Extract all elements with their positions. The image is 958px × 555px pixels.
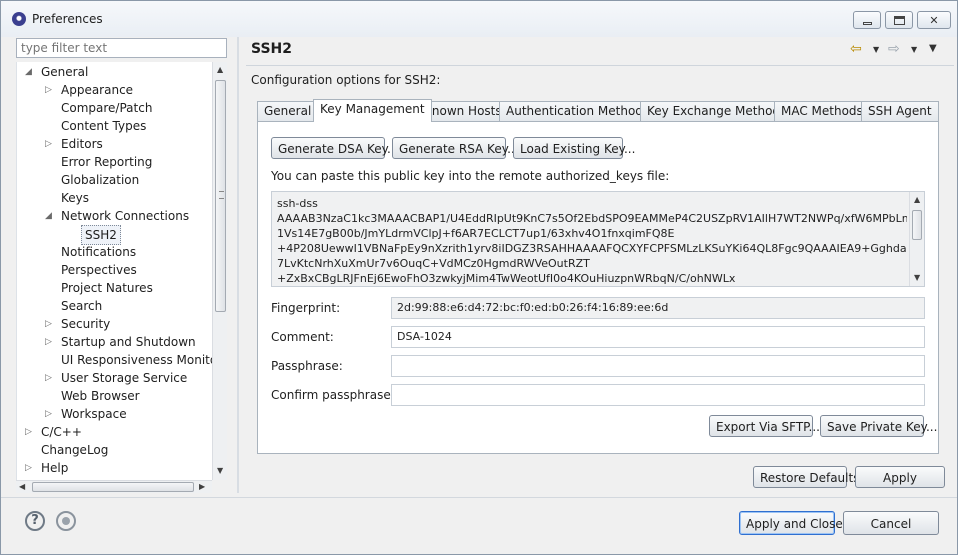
back-arrow-icon[interactable]: ⇦: [850, 41, 862, 57]
collapsed-arrow-icon[interactable]: ▷: [45, 369, 55, 387]
comment-field[interactable]: DSA-1024: [391, 326, 925, 348]
comment-label: Comment:: [271, 330, 334, 344]
tab-general[interactable]: General: [257, 101, 319, 121]
apply-button[interactable]: Apply: [855, 466, 945, 488]
tree-item-label: Startup and Shutdown: [61, 335, 196, 349]
tab-mac-methods[interactable]: MAC Methods: [774, 101, 870, 121]
tree-item-label: Error Reporting: [61, 155, 153, 169]
collapsed-arrow-icon[interactable]: ▷: [45, 405, 55, 423]
tree-item-label: Perspectives: [61, 263, 137, 277]
preferences-window: Preferences ✕ ◢ General ▷ Appearance Compare…: [0, 0, 958, 555]
tree-item-label: Globalization: [61, 173, 140, 187]
tree-item-label: Web Browser: [61, 389, 140, 403]
scroll-down-icon[interactable]: ▼: [217, 466, 223, 475]
scroll-thumb[interactable]: [912, 210, 922, 240]
maximize-button[interactable]: [885, 11, 913, 29]
tab-key-exchange-methods[interactable]: Key Exchange Methods: [640, 101, 794, 121]
tree-item-label: UI Responsiveness Monitorin: [61, 353, 212, 367]
generate-dsa-key-button[interactable]: Generate DSA Key...: [271, 137, 398, 159]
collapsed-arrow-icon[interactable]: ▷: [25, 423, 35, 441]
confirm-passphrase-field[interactable]: [391, 384, 925, 406]
tab-ssh-agent[interactable]: SSH Agent: [861, 101, 939, 121]
passphrase-label: Passphrase:: [271, 359, 343, 373]
fingerprint-label: Fingerprint:: [271, 301, 341, 315]
page-description: Configuration options for SSH2:: [251, 73, 441, 87]
cancel-button[interactable]: Cancel: [843, 511, 939, 535]
minimize-icon: [862, 21, 872, 25]
minimize-button[interactable]: [853, 11, 881, 29]
tree-item-label: Security: [61, 317, 111, 331]
header-divider: [246, 65, 954, 66]
confirm-passphrase-label: Confirm passphrase:: [271, 388, 395, 402]
footer-divider: [1, 497, 957, 498]
tree-item-label: Network Connections: [61, 209, 190, 223]
tree-item-label: Compare/Patch: [61, 101, 153, 115]
restore-defaults-button[interactable]: Restore Defaults: [753, 466, 859, 488]
tree-vertical-scrollbar[interactable]: ▲ ▼: [212, 62, 227, 480]
public-key-text[interactable]: ssh-dss AAAAB3NzaC1kc3MAAACBAP1/U4EddRIp…: [277, 196, 907, 286]
scroll-up-icon[interactable]: ▲: [217, 65, 223, 74]
tree-item-label: C/C++: [41, 425, 82, 439]
public-key-scrollbar[interactable]: ▲ ▼: [909, 192, 924, 286]
forward-dropdown-icon[interactable]: ▼: [911, 45, 917, 54]
record-icon[interactable]: [56, 511, 76, 531]
public-key-hint: You can paste this public key into the r…: [271, 169, 670, 183]
scroll-left-icon[interactable]: ◀: [19, 482, 25, 491]
tab-authentication-methods[interactable]: Authentication Methods: [499, 101, 657, 121]
passphrase-field[interactable]: [391, 355, 925, 377]
tree-item-label: Search: [61, 299, 103, 313]
expanded-arrow-icon[interactable]: ◢: [45, 207, 55, 225]
tree-item-label: Help: [41, 461, 69, 475]
export-via-sftp-button[interactable]: Export Via SFTP...: [709, 415, 820, 437]
title-bar: Preferences ✕: [1, 1, 957, 37]
expanded-arrow-icon[interactable]: ◢: [25, 63, 35, 81]
tree-item-label: General: [41, 65, 89, 79]
forward-arrow-icon[interactable]: ⇨: [888, 41, 900, 57]
tree-item-label: Project Natures: [61, 281, 153, 295]
tree-item-label: Editors: [61, 137, 103, 151]
tree-item-label: Notifications: [61, 245, 137, 259]
fingerprint-field[interactable]: 2d:99:88:e6:d4:72:bc:f0:ed:b0:26:f4:16:8…: [391, 297, 925, 319]
close-icon: ✕: [929, 13, 939, 27]
window-title: Preferences: [32, 12, 103, 26]
tree-item-label: User Storage Service: [61, 371, 188, 385]
scroll-right-icon[interactable]: ▶: [199, 482, 205, 491]
load-existing-key-button[interactable]: Load Existing Key...: [513, 137, 635, 159]
collapsed-arrow-icon[interactable]: ▷: [45, 81, 55, 99]
tree-item-label: ChangeLog: [41, 443, 109, 457]
panel-sash[interactable]: [237, 37, 239, 493]
maximize-icon: [893, 15, 905, 25]
eclipse-icon: [12, 12, 26, 26]
preference-tree: ◢ General ▷ Appearance Compare/Patch Content …: [16, 62, 212, 480]
apply-and-close-button[interactable]: Apply and Close: [739, 511, 843, 535]
scroll-thumb[interactable]: [32, 482, 194, 492]
scroll-down-icon[interactable]: ▼: [914, 273, 920, 282]
collapsed-arrow-icon[interactable]: ▷: [45, 333, 55, 351]
page-title: SSH2: [251, 41, 292, 57]
tree-item-label: Workspace: [61, 407, 127, 421]
filter-input[interactable]: [16, 38, 227, 58]
collapsed-arrow-icon[interactable]: ▷: [25, 459, 35, 477]
scroll-up-icon[interactable]: ▲: [914, 195, 920, 204]
scroll-thumb[interactable]: [215, 80, 226, 312]
close-button[interactable]: ✕: [917, 11, 951, 29]
tree-item-label: Keys: [61, 191, 90, 205]
grip-icon: [219, 191, 224, 199]
collapsed-arrow-icon[interactable]: ▷: [45, 315, 55, 333]
help-icon[interactable]: ?: [25, 511, 45, 531]
public-key-textarea[interactable]: ssh-dss AAAAB3NzaC1kc3MAAACBAP1/U4EddRIp…: [271, 191, 925, 287]
tab-key-management[interactable]: Key Management: [313, 99, 432, 122]
collapsed-arrow-icon[interactable]: ▷: [45, 135, 55, 153]
generate-rsa-key-button[interactable]: Generate RSA Key...: [392, 137, 519, 159]
tree-horizontal-scrollbar[interactable]: ◀ ▶: [16, 480, 212, 493]
save-private-key-button[interactable]: Save Private Key...: [820, 415, 937, 437]
tree-item-label: Content Types: [61, 119, 147, 133]
tree-item-label: Appearance: [61, 83, 134, 97]
tree-item-label: SSH2: [81, 225, 121, 245]
back-dropdown-icon[interactable]: ▼: [873, 45, 879, 54]
view-menu-icon[interactable]: ▼: [929, 43, 937, 54]
